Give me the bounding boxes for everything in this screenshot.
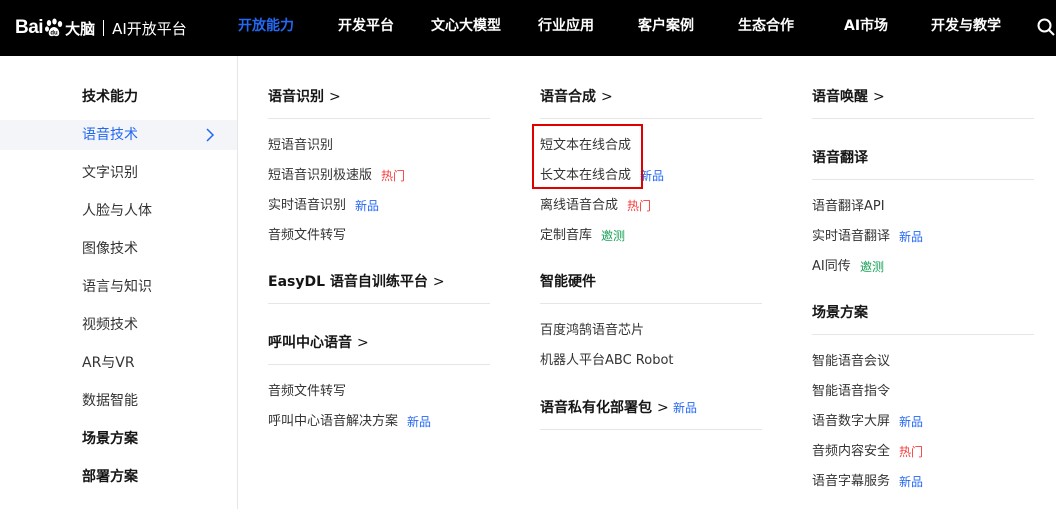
nav-open-capabilities[interactable]: 开放能力 [238,16,294,36]
divider [540,118,762,119]
logo-text-dunao: 大脑 [65,19,96,38]
link-short-asr[interactable]: 短语音识别 [268,137,333,155]
badge-new: 新品 [899,475,924,489]
logo-text-bai: Bai [15,17,44,38]
link-custom-voice[interactable]: 定制音库 [540,227,592,245]
link-honghu-chip[interactable]: 百度鸿鹄语音芯片 [540,322,644,340]
badge-new: 新品 [673,401,698,415]
nav-ecosystem[interactable]: 生态合作 [738,16,794,36]
divider [812,334,1034,335]
badge-hot: 热门 [627,199,652,213]
link-realtime-asr[interactable]: 实时语音识别 [268,197,346,215]
arrow-right-icon: > [329,89,341,105]
divider [812,179,1034,180]
link-voice-screen[interactable]: 语音数字大屏 [812,413,890,431]
link-realtime-translation[interactable]: 实时语音翻译 [812,228,890,246]
sidebar-heading-scenes[interactable]: 场景方案 [82,429,138,449]
divider [540,303,762,304]
link-voice-subtitle[interactable]: 语音字幕服务 [812,473,890,491]
section-title: 智能硬件 [540,274,596,290]
badge-new: 新品 [407,415,432,429]
divider [812,118,1034,119]
section-hardware: 智能硬件 [540,272,596,292]
sidebar-item-ocr[interactable]: 文字识别 [82,163,138,183]
badge-hot: 热门 [899,445,924,459]
link-voice-meeting[interactable]: 智能语音会议 [812,353,890,371]
divider [268,364,490,365]
section-call-center[interactable]: 呼叫中心语音 > [268,333,369,353]
sidebar-heading-tech: 技术能力 [82,89,138,105]
badge-new: 新品 [640,169,665,183]
section-tts[interactable]: 语音合成 > [540,87,613,107]
section-title: 语音合成 [540,89,596,105]
arrow-right-icon: > [357,335,369,351]
paw-icon: du [45,18,63,37]
link-voice-command[interactable]: 智能语音指令 [812,383,890,401]
section-translation: 语音翻译 [812,148,868,168]
arrow-right-icon: > [432,274,445,290]
badge-invite-test: 邀测 [860,260,885,274]
section-title: 语音翻译 [812,150,868,166]
nav-customer-cases[interactable]: 客户案例 [638,16,694,36]
link-short-tts[interactable]: 短文本在线合成 [540,137,631,155]
sidebar-heading-deploy[interactable]: 部署方案 [82,467,138,487]
sidebar-item-face-body[interactable]: 人脸与人体 [82,201,152,221]
link-call-audio-transcribe[interactable]: 音频文件转写 [268,383,346,401]
arrow-right-icon: > [601,89,613,105]
section-scene-solutions: 场景方案 [812,303,868,323]
badge-new: 新品 [355,199,380,213]
badge-new: 新品 [899,230,924,244]
sidebar-item-speech[interactable]: 语音技术 [82,125,138,145]
baidu-ai-logo[interactable]: Bai du 大脑 AI开放平台 [15,15,187,41]
top-navbar: Bai du 大脑 AI开放平台 开放能力 开发平台 文心大模型 行业应用 客户… [0,0,1056,56]
nav-industry-apps[interactable]: 行业应用 [538,16,594,36]
nav-dev-teaching[interactable]: 开发与教学 [931,16,1001,36]
badge-invite-test: 邀测 [601,229,626,243]
nav-ai-market[interactable]: AI市场 [844,16,888,36]
sidebar-item-language[interactable]: 语言与知识 [82,277,152,297]
nav-wenxin-model[interactable]: 文心大模型 [431,16,501,36]
link-abc-robot[interactable]: 机器人平台ABC Robot [540,352,674,370]
link-long-tts[interactable]: 长文本在线合成 [540,167,631,185]
link-audio-transcribe[interactable]: 音频文件转写 [268,227,346,245]
logo-separator [103,20,105,36]
section-title: EasyDL 语音自训练平台 [268,274,428,290]
link-audio-content-safety[interactable]: 音频内容安全 [812,443,890,461]
divider [540,429,762,430]
badge-hot: 热门 [381,169,406,183]
section-easydl[interactable]: EasyDL 语音自训练平台 > [268,272,445,292]
divider [268,118,490,119]
link-translation-api[interactable]: 语音翻译API [812,198,885,216]
section-private-deploy[interactable]: 语音私有化部署包 > [540,398,669,418]
section-title: 场景方案 [812,305,868,321]
section-speech-recognition[interactable]: 语音识别 > [268,87,341,107]
link-short-asr-fast[interactable]: 短语音识别极速版 [268,167,372,185]
badge-new: 新品 [899,415,924,429]
section-title: 语音私有化部署包 [540,400,652,416]
sidebar-item-ar-vr[interactable]: AR与VR [82,353,135,373]
sidebar-item-video[interactable]: 视频技术 [82,315,138,335]
divider [268,303,490,304]
chevron-right-icon [206,128,215,142]
link-ai-simultaneous[interactable]: AI同传 [812,258,851,276]
sidebar-item-image[interactable]: 图像技术 [82,239,138,259]
section-title: 呼叫中心语音 [268,335,352,351]
svg-text:du: du [50,31,58,37]
link-offline-tts[interactable]: 离线语音合成 [540,197,618,215]
nav-dev-platform[interactable]: 开发平台 [338,16,394,36]
search-icon[interactable] [1036,17,1056,37]
section-wakeup[interactable]: 语音唤醒 > [812,87,885,107]
arrow-right-icon: > [657,400,669,416]
section-title: 语音识别 [268,89,324,105]
link-call-center-solution[interactable]: 呼叫中心语音解决方案 [268,413,398,431]
platform-title: AI开放平台 [112,19,187,38]
sidebar-item-data[interactable]: 数据智能 [82,391,138,411]
arrow-right-icon: > [873,89,885,105]
section-title: 语音唤醒 [812,89,868,105]
